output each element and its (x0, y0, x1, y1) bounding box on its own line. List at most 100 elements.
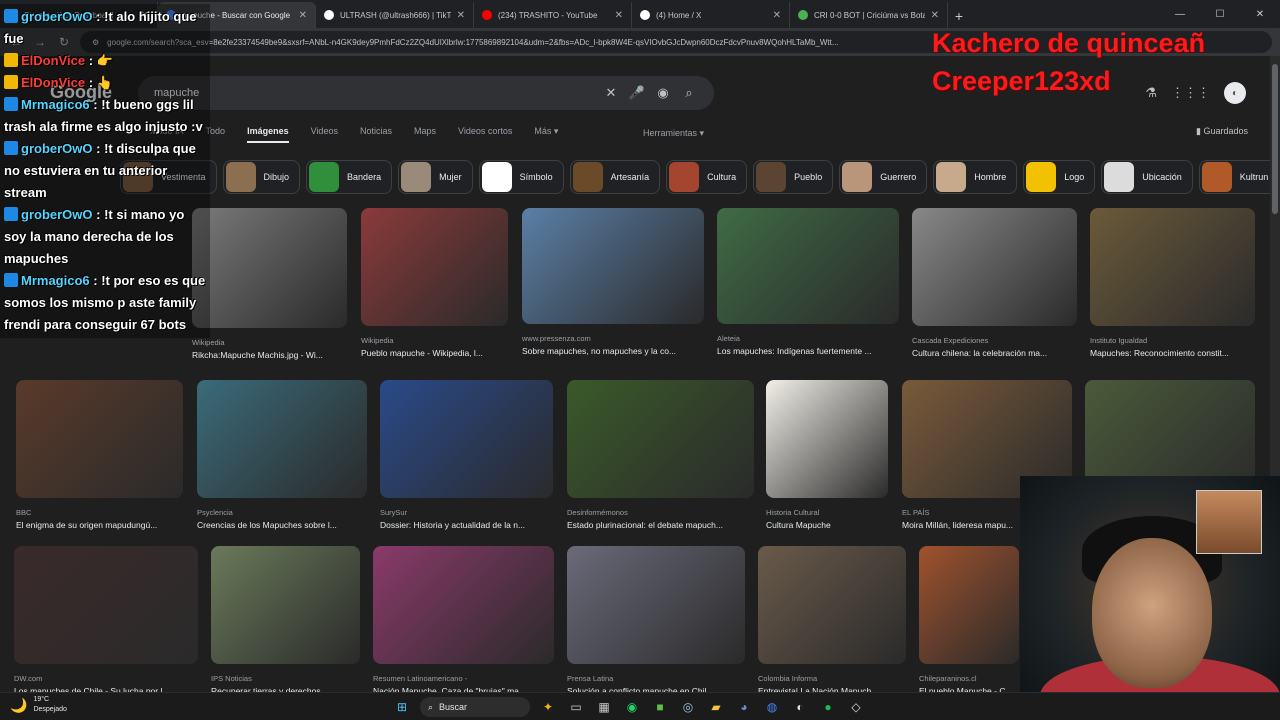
image-result[interactable]: Cascada Expediciones Cultura chilena: la… (912, 208, 1077, 358)
result-title[interactable]: Cultura chilena: la celebración ma... (912, 348, 1077, 358)
browser-tab[interactable]: ULTRASH (@ultrash666) | TikTok ✕ (316, 2, 474, 28)
refine-chip[interactable]: Bandera (306, 160, 393, 194)
result-thumbnail[interactable] (1090, 208, 1255, 326)
image-result[interactable]: IPS Noticias Recuperar tierras y derecho… (211, 546, 360, 696)
image-result[interactable]: Colombia Informa Entrevista| La Nación M… (758, 546, 906, 696)
result-thumbnail[interactable] (361, 208, 508, 326)
result-thumbnail[interactable] (16, 380, 183, 498)
result-thumbnail[interactable] (192, 208, 347, 328)
task-view-icon[interactable]: ▭ (566, 697, 586, 717)
result-thumbnail[interactable] (766, 380, 888, 498)
image-result[interactable]: www.pressenza.com Sobre mapuches, no map… (522, 208, 704, 356)
browser-tab[interactable]: CRI 0-0 BOT | Criciúma vs Botafo ✕ (790, 2, 948, 28)
close-tab-icon[interactable]: ✕ (773, 10, 781, 21)
whatsapp-icon[interactable]: ◉ (622, 697, 642, 717)
close-tab-icon[interactable]: ✕ (615, 10, 623, 21)
scrollbar-thumb[interactable] (1272, 64, 1278, 214)
refine-chip[interactable]: Kultrun (1198, 160, 1270, 194)
result-title[interactable]: El enigma de su origen mapudungú... (16, 520, 183, 530)
calculator-icon[interactable]: ▦ (594, 697, 614, 717)
saved-button[interactable]: ▮ Guardados (1196, 126, 1248, 137)
app-icon[interactable]: ◇ (846, 697, 866, 717)
refine-chip[interactable]: Dibujo (222, 160, 301, 194)
maximize-icon[interactable]: ☐ (1200, 0, 1240, 28)
search-box[interactable]: ✕ 🎤 ◉ ⌕ (138, 76, 714, 110)
result-thumbnail[interactable] (373, 546, 554, 664)
microphone-icon[interactable]: 🎤 (624, 85, 650, 101)
result-thumbnail[interactable] (567, 546, 745, 664)
search-tab[interactable]: Más ▾ (534, 126, 558, 143)
image-result[interactable]: SurySur Dossier: Historia y actualidad d… (380, 380, 553, 530)
image-result[interactable]: Wikipedia Rikcha:Mapuche Machis.jpg - Wi… (192, 208, 347, 360)
search-tab[interactable]: Maps (414, 126, 436, 143)
discord-icon[interactable]: ◕ (734, 697, 754, 717)
start-icon[interactable]: ⊞ (392, 697, 412, 717)
taskbar-search[interactable]: ⌕ Buscar (420, 697, 530, 717)
refine-chip[interactable]: Hombre (933, 160, 1018, 194)
result-title[interactable]: Los mapuches: Indígenas fuertemente ... (717, 346, 899, 356)
close-tab-icon[interactable]: ✕ (931, 10, 939, 21)
close-tab-icon[interactable]: ✕ (457, 10, 465, 21)
result-thumbnail[interactable] (912, 208, 1077, 326)
file-explorer-icon[interactable]: ▰ (706, 697, 726, 717)
browser-tab[interactable]: (4) Home / X ✕ (632, 2, 790, 28)
search-icon[interactable]: ⌕ (676, 85, 702, 101)
tools-button[interactable]: Herramientas ▾ (643, 128, 704, 139)
search-input[interactable] (154, 87, 598, 99)
result-thumbnail[interactable] (919, 546, 1019, 664)
steam-icon[interactable]: ◎ (678, 697, 698, 717)
refine-chip[interactable]: Mujer (398, 160, 473, 194)
result-thumbnail[interactable] (567, 380, 754, 498)
result-thumbnail[interactable] (717, 208, 899, 324)
result-thumbnail[interactable] (522, 208, 704, 324)
image-result[interactable]: Historia Cultural Cultura Mapuche (766, 380, 888, 530)
refine-chip[interactable]: Pueblo (753, 160, 834, 194)
minecraft-icon[interactable]: ■ (650, 697, 670, 717)
image-result[interactable]: Resumen Latinoamericano - Nación Mapuche… (373, 546, 554, 696)
result-thumbnail[interactable] (14, 546, 198, 664)
image-result[interactable]: Prensa Latina Solución a conflicto mapuc… (567, 546, 745, 696)
avatar[interactable]: ◐ (1224, 82, 1246, 104)
result-title[interactable]: Dossier: Historia y actualidad de la n..… (380, 520, 553, 530)
image-result[interactable]: Instituto Igualdad Mapuches: Reconocimie… (1090, 208, 1255, 358)
search-tab[interactable]: Imágenes (247, 126, 289, 143)
result-title[interactable]: Pueblo mapuche - Wikipedia, l... (361, 348, 508, 358)
result-title[interactable]: Cultura Mapuche (766, 520, 888, 530)
search-tab[interactable]: Videos cortos (458, 126, 512, 143)
obs-icon[interactable]: ◐ (790, 697, 810, 717)
result-thumbnail[interactable] (197, 380, 367, 498)
refine-chip[interactable]: Cultura (666, 160, 748, 194)
close-tab-icon[interactable]: ✕ (299, 10, 307, 21)
result-thumbnail[interactable] (758, 546, 906, 664)
browser-tab[interactable]: (234) TRASHITO - YouTube ✕ (474, 2, 632, 28)
image-result[interactable]: Psyclencia Creencias de los Mapuches sob… (197, 380, 367, 530)
clear-icon[interactable]: ✕ (598, 85, 624, 101)
result-title[interactable]: Sobre mapuches, no mapuches y la co... (522, 346, 704, 356)
result-thumbnail[interactable] (211, 546, 360, 664)
image-result[interactable]: Wikipedia Pueblo mapuche - Wikipedia, l.… (361, 208, 508, 358)
result-title[interactable]: Creencias de los Mapuches sobre l... (197, 520, 367, 530)
image-result[interactable]: BBC El enigma de su origen mapudungú... (16, 380, 183, 530)
widget-icon[interactable]: ✦ (538, 697, 558, 717)
new-tab-button[interactable]: + (948, 8, 970, 24)
image-result[interactable]: DW.com Los mapuches de Chile - Su lucha … (14, 546, 198, 696)
refine-chip[interactable]: Ubicación (1101, 160, 1193, 194)
result-title[interactable]: Estado plurinacional: el debate mapuch..… (567, 520, 754, 530)
weather-widget[interactable]: 🌙 19°C Despejado (10, 695, 67, 715)
refine-chip[interactable]: Logo (1023, 160, 1096, 194)
close-window-icon[interactable]: ✕ (1240, 0, 1280, 28)
image-result[interactable]: Aleteia Los mapuches: Indígenas fuerteme… (717, 208, 899, 356)
spotify-icon[interactable]: ● (818, 697, 838, 717)
refine-chip[interactable]: Guerrero (839, 160, 928, 194)
search-tab[interactable]: Noticias (360, 126, 392, 143)
refine-chip[interactable]: Símbolo (478, 160, 564, 194)
refine-chip[interactable]: Artesanía (569, 160, 661, 194)
result-thumbnail[interactable] (380, 380, 553, 498)
chrome-icon[interactable]: ◍ (762, 697, 782, 717)
image-result[interactable]: Chileparaninos.cl El pueblo Mapuche - C.… (919, 546, 1019, 696)
result-title[interactable]: Mapuches: Reconocimiento constit... (1090, 348, 1255, 358)
result-title[interactable]: Rikcha:Mapuche Machis.jpg - Wi... (192, 350, 347, 360)
image-result[interactable]: Desinformémonos Estado plurinacional: el… (567, 380, 754, 530)
search-tab[interactable]: Videos (311, 126, 338, 143)
lens-icon[interactable]: ◉ (650, 85, 676, 101)
